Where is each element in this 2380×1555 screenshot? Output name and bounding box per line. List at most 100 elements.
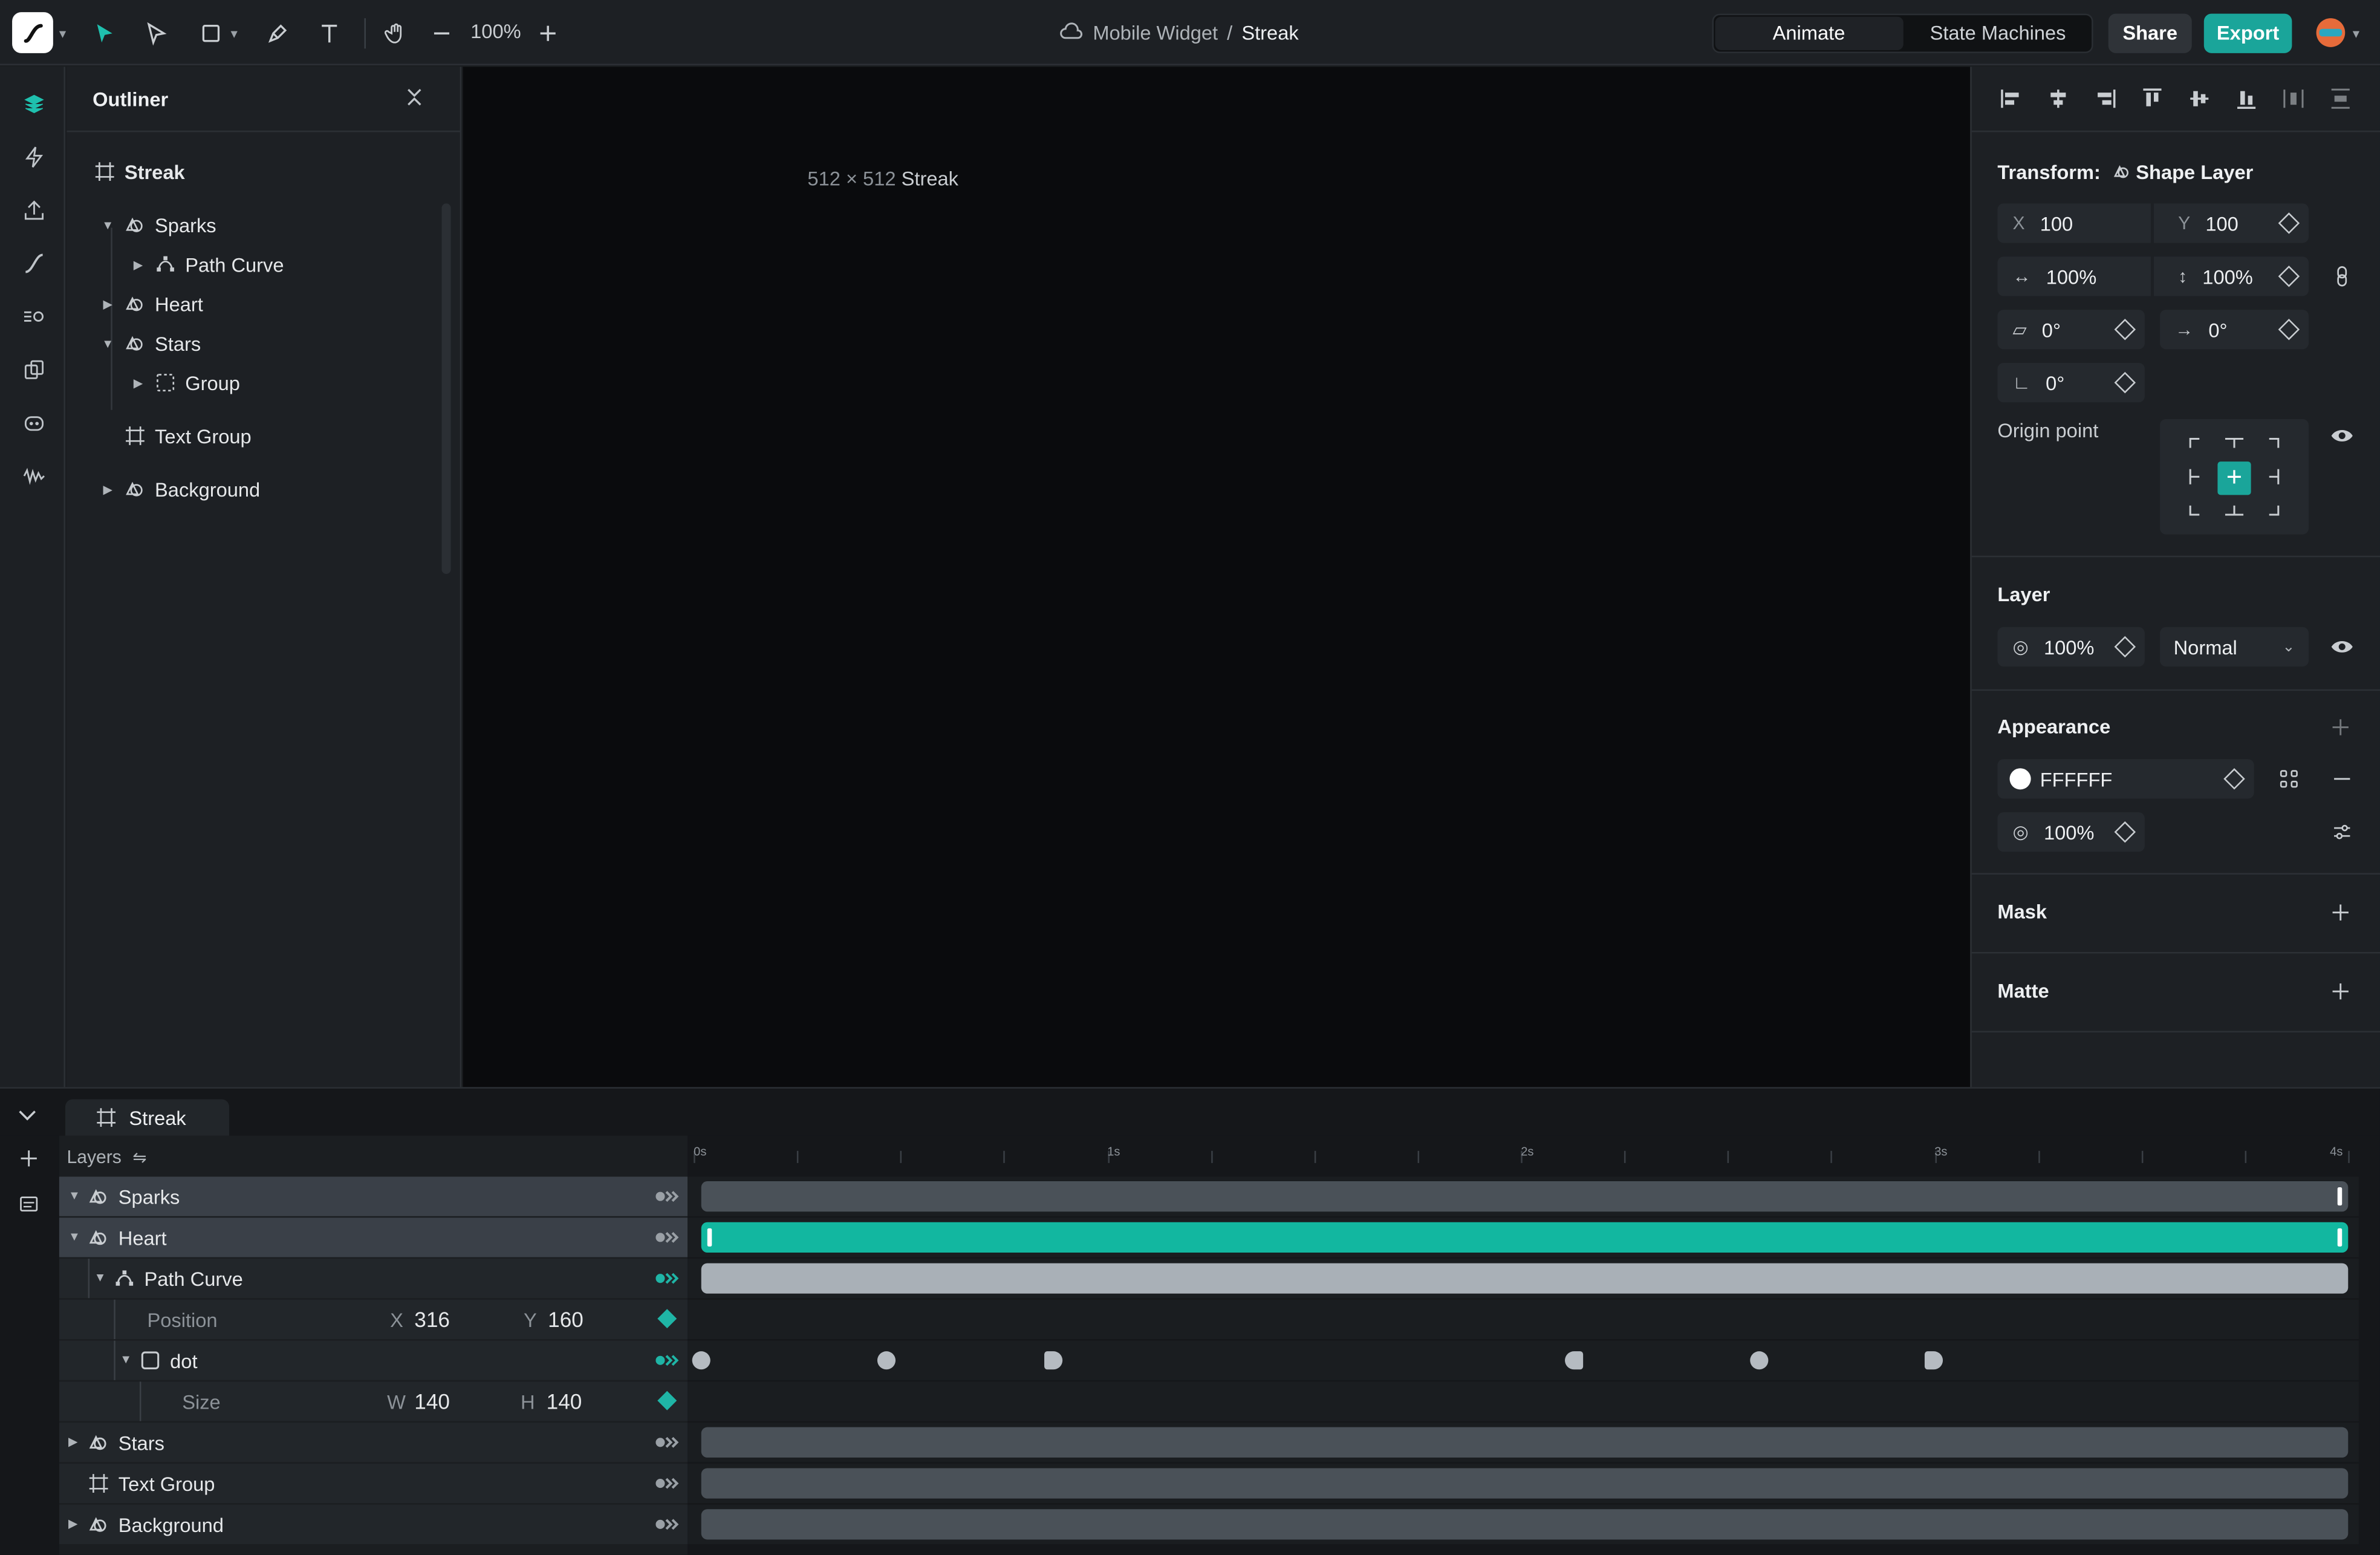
add-matte-icon[interactable]: [2330, 981, 2351, 1002]
scale-x-field[interactable]: ↔ 100%: [1997, 256, 2151, 296]
avatar[interactable]: [2316, 18, 2346, 47]
shape-tool-icon[interactable]: [194, 17, 227, 50]
bot-icon[interactable]: [18, 407, 48, 437]
breadcrumb-project[interactable]: Mobile Widget: [1093, 21, 1218, 44]
work-area-end-handle[interactable]: [2337, 1187, 2343, 1206]
track-bar[interactable]: [701, 1263, 2349, 1294]
align-top-icon[interactable]: [2140, 86, 2164, 111]
size-w-value[interactable]: 140: [414, 1389, 450, 1413]
track-bar[interactable]: [701, 1509, 2349, 1540]
expand-chevron-icon[interactable]: ▶: [100, 482, 115, 496]
distribute-v-icon[interactable]: [2329, 86, 2353, 111]
timeline-tracks[interactable]: 0s 1s 2s 3s 4s: [688, 1135, 2380, 1555]
timeline-layer-row[interactable]: Text Group: [59, 1463, 688, 1504]
fill-opacity-field[interactable]: ◎ 100%: [1997, 812, 2145, 852]
expand-chevron-icon[interactable]: ▼: [68, 1189, 80, 1203]
outliner-root-streak[interactable]: Streak: [94, 155, 185, 188]
keyframe-diamond-icon[interactable]: [2223, 768, 2245, 790]
angle-field[interactable]: ∟ 0°: [1997, 362, 2145, 403]
x-value[interactable]: 100: [2040, 212, 2151, 235]
tab-streak[interactable]: Streak: [65, 1099, 230, 1136]
grid-icon[interactable]: [2278, 768, 2300, 789]
align-center-v-icon[interactable]: [2187, 86, 2211, 111]
keyframe-diamond-icon[interactable]: [657, 1309, 677, 1329]
keyframe-diamond-icon[interactable]: [2114, 821, 2136, 843]
track-row[interactable]: [688, 1463, 2359, 1504]
align-left-icon[interactable]: [1999, 86, 2023, 111]
keyframe-dot[interactable]: [1924, 1351, 1943, 1370]
visibility-toggle-icon[interactable]: [655, 1518, 680, 1530]
track-bar[interactable]: [701, 1468, 2349, 1499]
size-h-value[interactable]: 140: [547, 1389, 582, 1413]
node-select-tool-icon[interactable]: [140, 17, 173, 50]
align-bottom-icon[interactable]: [2234, 86, 2258, 111]
zoom-in-icon[interactable]: [532, 17, 565, 50]
outliner-item-background[interactable]: ▶ Background: [100, 472, 261, 506]
keyframe-diamond-icon[interactable]: [657, 1390, 677, 1410]
timeline-layer-row[interactable]: ▼ Path Curve: [59, 1259, 688, 1299]
keyframe-dot[interactable]: [692, 1351, 710, 1370]
track-row[interactable]: [688, 1176, 2359, 1216]
remove-fill-icon[interactable]: [2332, 768, 2353, 789]
expand-chevron-icon[interactable]: ▶: [68, 1517, 77, 1531]
eye-icon[interactable]: [2330, 634, 2354, 659]
expand-chevron-icon[interactable]: ▶: [131, 376, 146, 390]
track-bar[interactable]: [701, 1222, 2349, 1253]
track-row[interactable]: [688, 1504, 2359, 1544]
layers-icon[interactable]: [18, 88, 48, 119]
visibility-toggle-icon[interactable]: [655, 1478, 680, 1490]
animation-list-icon[interactable]: [18, 1193, 39, 1214]
sliders-icon[interactable]: [2332, 821, 2353, 843]
track-row[interactable]: [688, 1381, 2359, 1421]
track-bar[interactable]: [701, 1181, 2349, 1212]
outliner-scrollbar[interactable]: [441, 203, 451, 574]
collapse-icon[interactable]: [402, 85, 429, 112]
expand-chevron-icon[interactable]: ▶: [131, 257, 146, 271]
breadcrumb-file[interactable]: Streak: [1241, 21, 1298, 44]
time-ruler[interactable]: 0s 1s 2s 3s 4s: [688, 1136, 2359, 1169]
origin-point-grid[interactable]: +: [2160, 419, 2309, 535]
keyframe-dot[interactable]: [1044, 1351, 1063, 1370]
shape-tool-chevron-icon[interactable]: ▾: [231, 26, 238, 43]
layer-opacity-value[interactable]: 100%: [2044, 636, 2118, 659]
rotation-value[interactable]: 0°: [2208, 318, 2281, 341]
mode-animate-tab[interactable]: Animate: [1715, 16, 1903, 50]
keyframe-dot[interactable]: [1565, 1351, 1584, 1370]
link-icon[interactable]: [2332, 266, 2353, 287]
zoom-out-icon[interactable]: [425, 17, 458, 50]
track-row[interactable]: [688, 1340, 2359, 1380]
timeline-layer-row[interactable]: ▶ Background: [59, 1504, 688, 1544]
add-animation-icon[interactable]: [18, 1148, 39, 1169]
layer-opacity-field[interactable]: ◎ 100%: [1997, 627, 2145, 667]
upload-icon[interactable]: [18, 194, 48, 224]
timeline-layer-row[interactable]: Position X 316 Y 160: [59, 1299, 688, 1340]
add-appearance-icon[interactable]: [2330, 717, 2351, 738]
visibility-toggle-icon[interactable]: [655, 1231, 680, 1244]
audio-wave-icon[interactable]: [18, 460, 48, 491]
keyframe-dot[interactable]: [877, 1351, 896, 1370]
work-area-start-handle[interactable]: [707, 1228, 712, 1247]
keyframe-diamond-icon[interactable]: [2278, 266, 2300, 287]
outliner-item-sparks[interactable]: ▼ Sparks: [100, 208, 216, 241]
account-chevron-icon[interactable]: ▾: [2353, 26, 2359, 43]
angle-value[interactable]: 0°: [2046, 371, 2118, 394]
outliner-item-path-curve[interactable]: ▶ Path Curve: [131, 247, 284, 281]
app-logo-icon[interactable]: [12, 12, 53, 53]
scale-y-value[interactable]: 100%: [2202, 265, 2281, 288]
visibility-toggle-icon[interactable]: [655, 1354, 680, 1366]
timeline-layer-row[interactable]: Size W 140 H 140: [59, 1381, 688, 1421]
expand-chevron-icon[interactable]: ▼: [120, 1353, 132, 1367]
app-menu-chevron-icon[interactable]: ▾: [59, 26, 66, 43]
origin-center-selected[interactable]: +: [2217, 461, 2251, 495]
canvas[interactable]: 512 × 512 Streak: [463, 67, 1971, 1087]
timeline-layer-row[interactable]: ▼ Heart: [59, 1218, 688, 1257]
list-circle-icon[interactable]: [18, 301, 48, 331]
eye-icon[interactable]: [2330, 423, 2354, 448]
expand-chevron-icon[interactable]: ▼: [100, 218, 115, 232]
track-row[interactable]: [688, 1423, 2359, 1462]
outliner-item-heart[interactable]: ▶ Heart: [100, 287, 203, 320]
scale-y-field[interactable]: ↕ 100%: [2153, 256, 2309, 296]
visibility-toggle-icon[interactable]: [655, 1273, 680, 1285]
keyframe-diamond-icon[interactable]: [2114, 318, 2136, 341]
add-mask-icon[interactable]: [2330, 902, 2351, 923]
